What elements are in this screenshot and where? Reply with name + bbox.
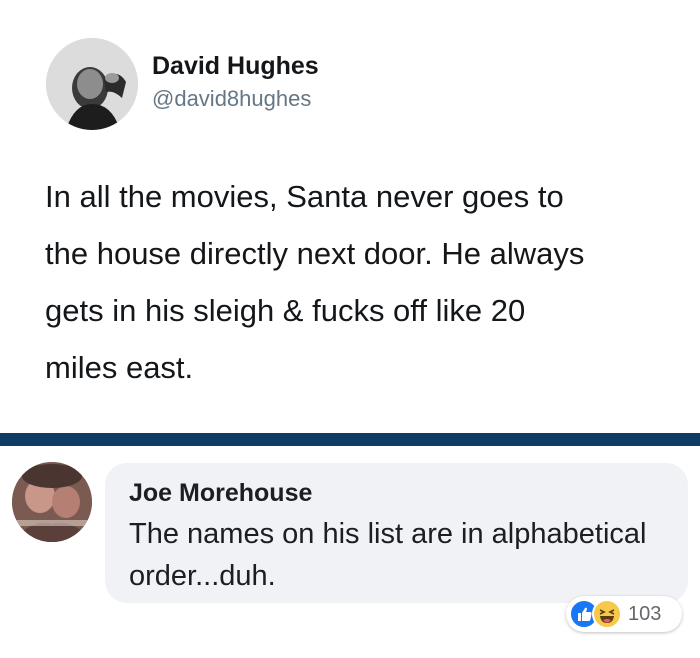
comment-author-name[interactable]: Joe Morehouse: [129, 479, 312, 508]
comment-author-avatar[interactable]: [12, 462, 92, 542]
comment-bubble[interactable]: Joe Morehouse The names on his list are …: [105, 463, 688, 603]
comment-avatar-photo: [12, 462, 92, 542]
reaction-count: 103: [628, 603, 662, 625]
comment-text: The names on his list are in alphabetica…: [129, 518, 647, 592]
tweet-author-handle[interactable]: @david8hughes: [152, 86, 311, 112]
tweet-card: David Hughes @david8hughes In all the mo…: [0, 0, 700, 433]
tweet-avatar-photo: [46, 38, 138, 130]
tweet-author-avatar[interactable]: [46, 38, 138, 130]
haha-icon: [592, 599, 622, 629]
tweet-text: In all the movies, Santa never goes to t…: [45, 179, 585, 385]
tweet-author-name[interactable]: David Hughes: [152, 52, 319, 81]
section-divider: [0, 433, 700, 446]
comment-thread: Joe Morehouse The names on his list are …: [0, 446, 700, 658]
reaction-summary[interactable]: 103: [566, 596, 682, 632]
